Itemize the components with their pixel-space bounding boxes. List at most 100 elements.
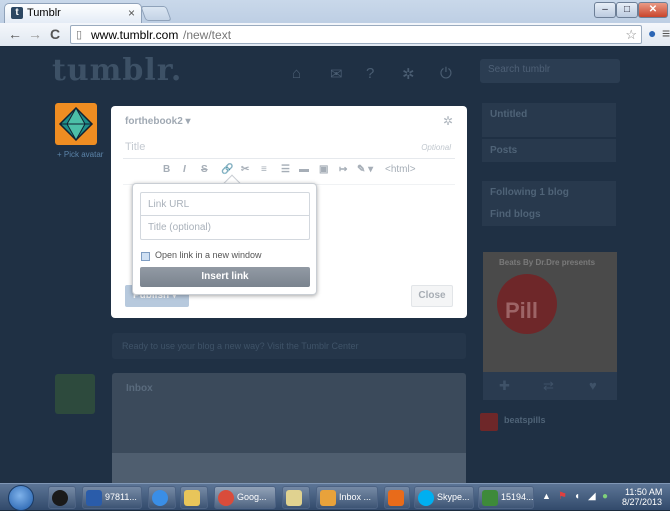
close-window-button[interactable]: ✕ (638, 2, 668, 18)
taskbar-item-inbox[interactable]: Inbox ... (316, 486, 378, 509)
blog-title-card[interactable]: Untitled (482, 103, 616, 137)
plus-icon[interactable]: ✚ (499, 378, 510, 394)
reblog-icon[interactable]: ⇄ (543, 378, 554, 394)
tumblr-logo[interactable]: tumblr. (52, 53, 182, 88)
format-toolbar: B I S 🔗 ✂ ≡ ☰ ▬ ▣ ↦ ✎ ▾ <html> (123, 160, 455, 182)
numbered-list-icon[interactable]: ≡ (261, 164, 267, 175)
close-button[interactable]: Close (411, 285, 453, 307)
tab-close-icon[interactable]: × (128, 6, 135, 20)
search-input[interactable]: Search tumblr (480, 59, 620, 83)
mini-blog[interactable]: beatspills (480, 411, 620, 433)
promo-text: Pill (505, 298, 539, 323)
italic-button[interactable]: I (183, 164, 186, 175)
taskbar-item[interactable]: 97811... (82, 486, 142, 509)
maximize-button[interactable]: □ (616, 2, 638, 18)
taskbar-item-skype[interactable]: Skype... (414, 486, 474, 509)
paint-icon (482, 490, 498, 506)
clock-time[interactable]: 11:50 AM (625, 487, 662, 497)
clock-date[interactable]: 8/27/2013 (622, 497, 662, 507)
menu-icon[interactable]: ≡ (662, 25, 670, 41)
bulleted-list-icon[interactable]: ☰ (281, 164, 290, 175)
library-button[interactable] (282, 486, 310, 509)
library-icon (286, 490, 302, 506)
sidebar-item-label: Find blogs (490, 209, 541, 220)
ie-icon (152, 490, 168, 506)
reload-icon[interactable]: C (50, 26, 60, 42)
link-title-input[interactable]: Title (optional) (140, 216, 310, 240)
link-title-placeholder: Title (optional) (148, 222, 211, 233)
new-tab-button[interactable] (140, 6, 172, 21)
mail-icon[interactable]: ✉ (330, 65, 343, 83)
sidebar-item-following[interactable]: Following 1 blog (482, 181, 616, 204)
flag-icon[interactable]: ⚑ (558, 491, 567, 502)
power-icon[interactable]: ⏻ (440, 65, 452, 82)
promo-header: Beats By Dr.Dre presents (499, 258, 596, 267)
browser-chrome: t Tumblr × ‒ □ ✕ ← → C ▯ www.tumblr.com … (0, 0, 670, 46)
profile-icon[interactable]: ● (648, 25, 656, 41)
bold-button[interactable]: B (163, 164, 170, 175)
taskbar-item-paint[interactable]: 15194... (478, 486, 534, 509)
folder-button[interactable] (180, 486, 208, 509)
navigation-bar: ← → C ▯ www.tumblr.com /new/text ☆ ● ≡ (0, 23, 670, 46)
mini-avatar (480, 413, 498, 431)
link-url-placeholder: Link URL (148, 199, 190, 210)
mini-blog-name: beatspills (504, 415, 546, 425)
heart-icon[interactable]: ♥ (589, 378, 597, 393)
taskbar-item-label: Goog... (237, 492, 267, 502)
blog-title: Untitled (490, 109, 528, 120)
address-bar[interactable]: ▯ www.tumblr.com /new/text ☆ (70, 25, 642, 44)
skype-icon (418, 490, 434, 506)
read-more-icon[interactable]: ↦ (339, 164, 347, 175)
taskbar-item-chrome[interactable]: Goog... (214, 486, 276, 509)
hp-app-button[interactable] (48, 486, 76, 509)
gear-icon[interactable]: ✲ (443, 114, 453, 128)
quote-icon[interactable]: ▬ (299, 164, 309, 175)
unlink-icon[interactable]: ✂ (241, 164, 249, 175)
browser-tab[interactable]: t Tumblr × (4, 3, 142, 23)
word-icon (86, 490, 102, 506)
minimize-button[interactable]: ‒ (594, 2, 616, 18)
blog-selector[interactable]: forthebook2 ▾ (125, 116, 191, 127)
taskbar-item-label: 97811... (105, 492, 137, 502)
volume-icon[interactable]: ◖ (574, 491, 580, 502)
sidebar-item-find-blogs[interactable]: Find blogs (482, 203, 616, 226)
battery-icon[interactable]: ● (602, 491, 608, 502)
pick-avatar-link[interactable]: + Pick avatar (57, 150, 103, 159)
sidebar-item-label: Posts (490, 145, 518, 156)
link-popup: Link URL Title (optional) Open link in a… (132, 183, 317, 295)
start-button[interactable] (8, 485, 34, 511)
sidebar-item-label: Following 1 blog (490, 187, 569, 198)
taskbar-item-label: 15194... (501, 492, 534, 502)
image-icon[interactable]: ▣ (319, 164, 328, 175)
strike-button[interactable]: S (201, 164, 208, 175)
bookmark-star-icon[interactable]: ☆ (625, 27, 637, 43)
link-url-input[interactable]: Link URL (140, 192, 310, 216)
new-window-label[interactable]: Open link in a new window (155, 250, 262, 260)
system-tray: ▲ ⚑ ◖ ◢ ● 11:50 AM 8/27/2013 (538, 486, 670, 509)
sidebar-item-posts[interactable]: Posts (482, 139, 616, 162)
ie-button[interactable] (148, 486, 176, 509)
chrome-icon (218, 490, 234, 506)
network-icon[interactable]: ◢ (588, 491, 596, 502)
page-icon: ▯ (76, 29, 83, 41)
tray-expand-icon[interactable]: ▲ (542, 491, 551, 501)
title-input[interactable]: Title Optional (123, 135, 455, 159)
back-arrow-icon[interactable]: ← (8, 26, 22, 42)
forward-arrow-icon[interactable]: → (28, 26, 42, 42)
new-window-checkbox[interactable] (141, 252, 150, 261)
dashboard-avatar[interactable] (55, 374, 95, 414)
hp-icon (52, 490, 68, 506)
title-optional: Optional (421, 143, 451, 152)
promo-actions: ✚ ⇄ ♥ (483, 372, 617, 400)
promo-card[interactable]: Beats By Dr.Dre presents Pill (483, 252, 617, 372)
html-button[interactable]: <html> (385, 164, 416, 175)
avatar[interactable] (55, 103, 97, 145)
home-icon[interactable]: ⌂ (292, 65, 301, 82)
media-button[interactable] (384, 486, 410, 509)
settings-icon[interactable]: ✲ (402, 65, 415, 83)
spellcheck-icon[interactable]: ✎ ▾ (357, 164, 373, 175)
tab-title: Tumblr (27, 7, 61, 19)
insert-link-button[interactable]: Insert link (140, 267, 310, 287)
help-icon[interactable]: ? (366, 65, 374, 82)
url-host: www.tumblr.com (91, 28, 179, 42)
